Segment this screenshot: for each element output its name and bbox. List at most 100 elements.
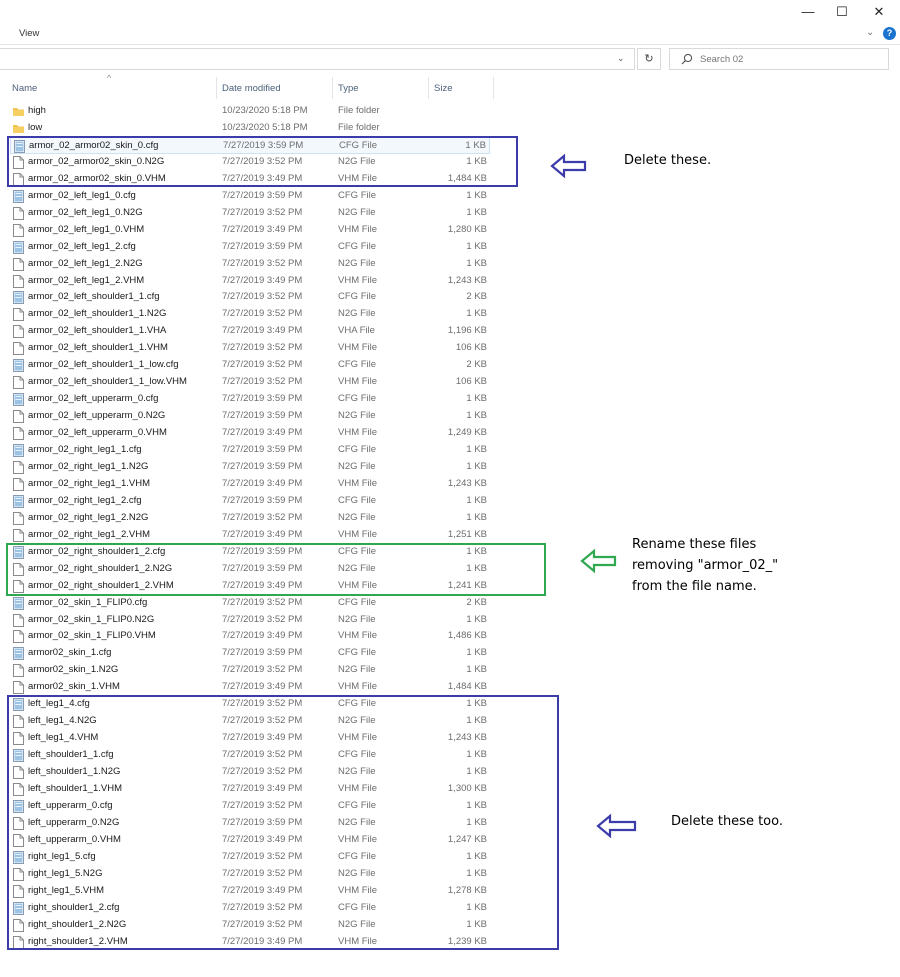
file-size: 1 KB [466,240,487,252]
file-type: VHM File [338,681,378,693]
file-type: VHM File [338,477,378,489]
file-date-modified: 7/27/2019 3:49 PM [222,477,303,489]
help-icon[interactable]: ? [883,27,896,40]
file-icon [13,477,24,491]
file-row[interactable]: armor_02_left_upperarm_0.cfg 7/27/2019 3:… [10,391,490,408]
folder-row[interactable]: low 10/23/2020 5:18 PM File folder [10,120,490,137]
file-row[interactable]: armor_02_left_upperarm_0.N2G 7/27/2019 3:… [10,408,490,425]
file-icon [13,630,24,644]
column-header-name[interactable]: Name [12,83,37,94]
file-row[interactable]: armor_02_right_leg1_1.VHM 7/27/2019 3:49 … [10,476,490,493]
file-type: CFG File [338,393,376,405]
menu-view[interactable]: View [19,28,39,39]
file-row[interactable]: armor02_skin_1.VHM 7/27/2019 3:49 PM VHM F… [10,679,490,696]
file-icon [13,342,24,356]
file-icon [13,664,24,678]
file-row[interactable]: armor_02_left_shoulder1_1.VHA 7/27/2019 3… [10,323,490,340]
file-name: armor_02_right_leg1_2.N2G [28,511,149,523]
file-name: armor_02_left_leg1_0.N2G [28,206,143,218]
file-row[interactable]: armor02_skin_1.cfg 7/27/2019 3:59 PM CFG F… [10,645,490,662]
column-divider[interactable] [428,77,429,99]
file-size: 1,243 KB [447,477,487,489]
file-date-modified: 7/27/2019 3:59 PM [222,494,303,506]
file-size: 2 KB [466,291,487,303]
file-row[interactable]: armor_02_skin_1_FLIP0.cfg 7/27/2019 3:52 … [10,595,490,612]
file-date-modified: 7/27/2019 3:49 PM [222,223,303,235]
file-row[interactable]: armor_02_right_leg1_2.N2G 7/27/2019 3:52 … [10,510,490,527]
file-row[interactable]: armor_02_left_leg1_2.N2G 7/27/2019 3:52 P… [10,256,490,273]
file-row[interactable]: armor_02_left_shoulder1_1.N2G 7/27/2019 3… [10,306,490,323]
file-size: 1 KB [466,410,487,422]
arrow-left-icon [580,548,617,574]
maximize-button[interactable]: ☐ [831,2,853,22]
file-name: armor_02_left_leg1_0.cfg [28,189,136,201]
file-size: 1,486 KB [447,630,487,642]
column-header-size[interactable]: Size [434,83,452,94]
file-date-modified: 7/27/2019 3:59 PM [222,189,303,201]
file-type: VHM File [338,528,378,540]
file-icon [13,511,24,525]
file-row[interactable]: armor_02_left_leg1_2.cfg 7/27/2019 3:59 P… [10,239,490,256]
file-row[interactable]: armor_02_skin_1_FLIP0.N2G 7/27/2019 3:52 … [10,612,490,629]
search-input[interactable] [700,50,880,68]
column-divider[interactable] [216,77,217,99]
file-name: armor_02_left_leg1_2.N2G [28,257,143,269]
address-bar[interactable] [0,48,635,70]
file-row[interactable]: armor_02_left_shoulder1_1_low.cfg 7/27/20… [10,357,490,374]
file-size: 1 KB [466,647,487,659]
ribbon-expand-icon[interactable]: ⌄ [866,27,874,38]
file-row[interactable]: armor_02_skin_1_FLIP0.VHM 7/27/2019 3:49 … [10,628,490,645]
column-header-type[interactable]: Type [338,83,359,94]
file-row[interactable]: armor_02_left_shoulder1_1.VHM 7/27/2019 3… [10,340,490,357]
minimize-button[interactable]: — [797,2,819,22]
column-divider[interactable] [332,77,333,99]
file-type: N2G File [338,613,376,625]
file-row[interactable]: armor_02_left_leg1_0.cfg 7/27/2019 3:59 P… [10,188,490,205]
file-row[interactable]: armor_02_right_leg1_1.N2G 7/27/2019 3:59 … [10,459,490,476]
file-type: VHM File [338,427,378,439]
refresh-button[interactable]: ↻ [637,48,661,70]
address-history-icon[interactable]: ⌄ [617,53,625,64]
file-row[interactable]: armor_02_left_upperarm_0.VHM 7/27/2019 3:… [10,425,490,442]
file-type: CFG File [338,647,376,659]
column-header-date[interactable]: Date modified [222,83,281,94]
file-date-modified: 7/27/2019 3:49 PM [222,630,303,642]
file-size: 1 KB [466,393,487,405]
file-date-modified: 7/27/2019 3:49 PM [222,325,303,337]
column-divider[interactable] [493,77,494,99]
file-row[interactable]: armor_02_left_shoulder1_1.cfg 7/27/2019 3… [10,289,490,306]
file-row[interactable]: armor_02_right_leg1_2.VHM 7/27/2019 3:49 … [10,527,490,544]
file-date-modified: 7/27/2019 3:52 PM [222,291,303,303]
file-size: 1,280 KB [447,223,487,235]
file-type: VHM File [338,274,378,286]
file-type: N2G File [338,206,376,218]
file-date-modified: 7/27/2019 3:59 PM [222,444,303,455]
file-size: 1 KB [466,257,487,269]
file-row[interactable]: armor_02_left_leg1_0.N2G 7/27/2019 3:52 P… [10,205,490,222]
close-button[interactable]: ✕ [868,2,890,22]
file-row[interactable]: armor_02_right_leg1_2.cfg 7/27/2019 3:59 … [10,493,490,510]
file-name: armor_02_skin_1_FLIP0.VHM [28,630,156,642]
rename-highlight-box [6,543,546,596]
file-size: 1 KB [466,613,487,625]
file-name: armor_02_skin_1_FLIP0.cfg [28,596,148,608]
file-type: File folder [338,105,380,116]
config-file-icon [13,189,24,203]
file-icon [13,223,24,237]
file-size: 1 KB [466,206,487,218]
file-date-modified: 7/27/2019 3:52 PM [222,596,303,608]
file-name: armor_02_left_shoulder1_1.VHA [28,325,167,337]
file-row[interactable]: armor02_skin_1.N2G 7/27/2019 3:52 PM N2G F… [10,662,490,679]
file-name: armor_02_right_leg1_1.N2G [28,460,149,472]
file-size: 106 KB [455,342,487,354]
file-type: N2G File [338,257,376,269]
file-row[interactable]: armor_02_left_shoulder1_1_low.VHM 7/27/20… [10,374,490,391]
folder-row[interactable]: high 10/23/2020 5:18 PM File folder [10,103,490,120]
file-row[interactable]: armor_02_right_leg1_1.cfg 7/27/2019 3:59 … [10,442,490,459]
file-name: armor02_skin_1.VHM [28,681,120,693]
file-size: 1 KB [466,511,487,523]
file-name: armor_02_left_shoulder1_1_low.VHM [28,376,187,388]
file-date-modified: 7/27/2019 3:49 PM [222,528,303,540]
file-row[interactable]: armor_02_left_leg1_0.VHM 7/27/2019 3:49 P… [10,222,490,239]
file-row[interactable]: armor_02_left_leg1_2.VHM 7/27/2019 3:49 P… [10,273,490,290]
